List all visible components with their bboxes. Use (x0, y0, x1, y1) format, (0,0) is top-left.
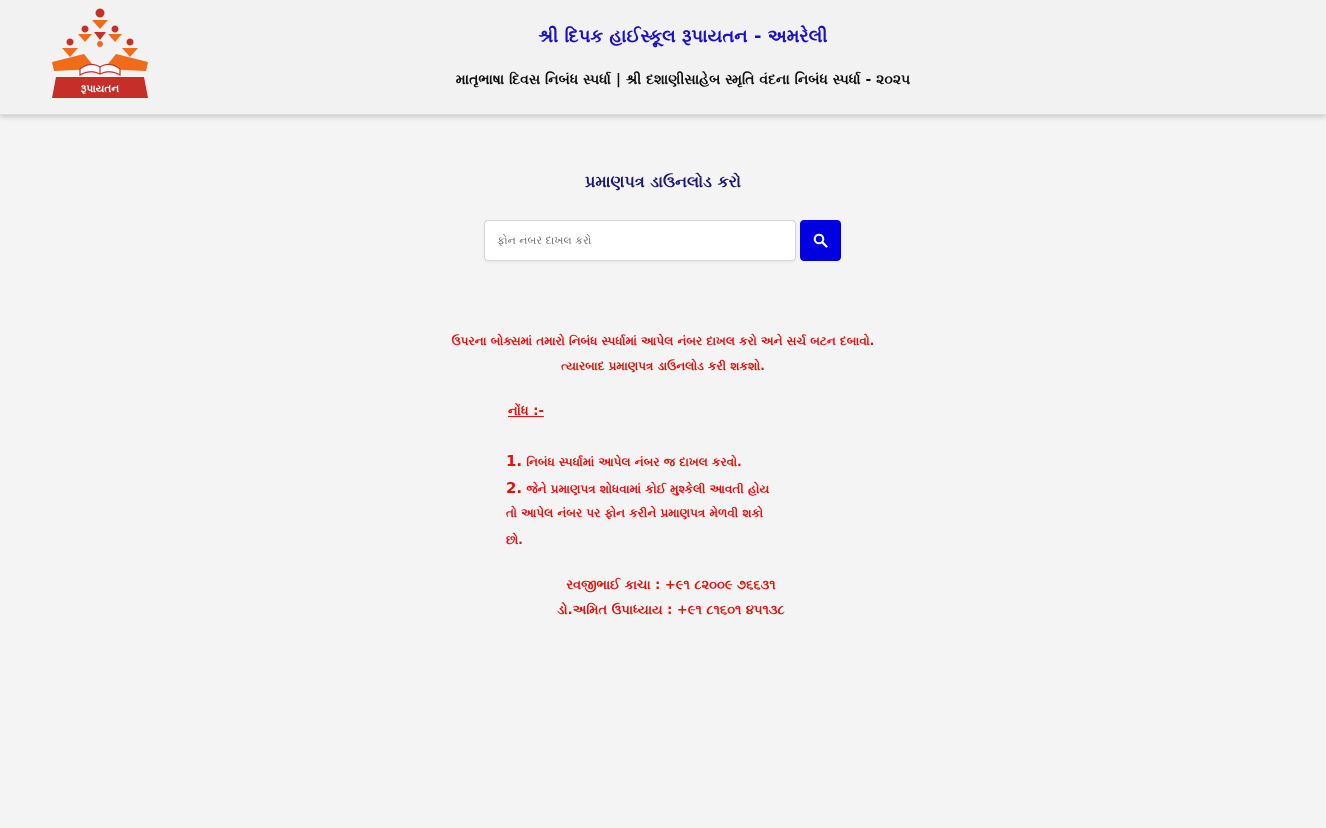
note-item-2: 2. જેને પ્રમાણપત્ર શોધવામાં કોઈ મુશ્કેલી… (506, 479, 769, 497)
instruction-line-2: ત્યારબાદ પ્રમાણપત્ર ડાઉનલોડ કરી શકશો. (561, 359, 765, 373)
note-item-2-continuation-end: છો. (506, 533, 523, 547)
note-item-1: 1. નિબંધ સ્પર્ધામાં આપેલ નંબર જ દાખલ કરવ… (506, 452, 742, 470)
instruction-line-1: ઉપરના બોક્સમાં તમારો નિબંધ સ્પર્ધામાં આપ… (451, 334, 875, 348)
school-title: શ્રી દિપક હાઈસ્કૂલ રૂપાયતન - અમરેલી (538, 26, 828, 47)
contact-line-1: રવજીભાઈ કાચા : +૯૧ ૮૨૦૦૯ ૭૬૬૩૧ (566, 578, 776, 593)
note-item-text: જેને પ્રમાણપત્ર શોધવામાં કોઈ મુશ્કેલી આવ… (526, 482, 770, 496)
page-heading: પ્રમાણપત્ર ડાઉનલોડ કરો (584, 172, 742, 191)
note-item-text: નિબંધ સ્પર્ધામાં આપેલ નંબર જ દાખલ કરવો. (526, 455, 742, 469)
site-header: રૂપાયતન શ્રી દિપક હાઈસ્કૂલ રૂપાયતન - અમર… (0, 0, 1326, 115)
search-icon (813, 233, 828, 248)
contest-title: માતૃભાષા દિવસ નિબંધ સ્પર્ધા | શ્રી દશાણી… (455, 72, 911, 88)
note-item-number: 1. (506, 452, 523, 470)
contact-line-2: ડો.અમિત ઉપાધ્યાય : +૯૧ ૮૧૬૦૧ ૪૫૧૩૮ (557, 603, 785, 618)
search-button[interactable] (800, 220, 841, 261)
note-heading: નોંધ :- (508, 404, 544, 419)
phone-search-input[interactable] (484, 220, 796, 261)
note-item-number: 2. (506, 479, 523, 497)
note-item-2-continuation: તો આપેલ નંબર પર ફોન કરીને પ્રમાણપત્ર મેળ… (506, 506, 764, 520)
